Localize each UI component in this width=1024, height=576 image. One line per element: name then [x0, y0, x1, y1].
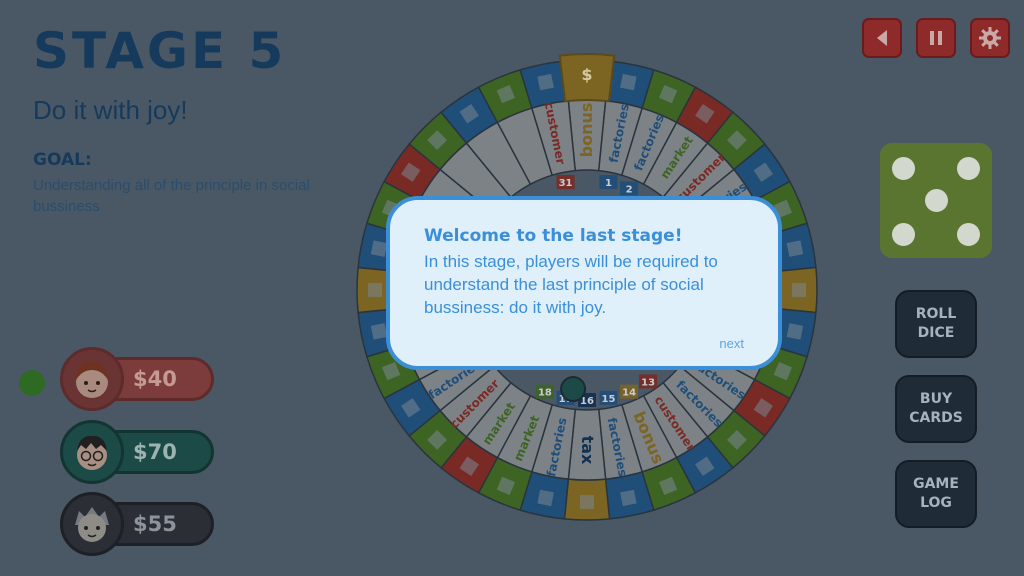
dice-pip [892, 223, 915, 246]
stage-subtitle: Do it with joy! [33, 95, 188, 125]
roll-dice-button[interactable]: ROLL DICE [895, 290, 977, 358]
dice-pip [957, 223, 980, 246]
dice-pip [925, 189, 948, 212]
space-icon [786, 240, 804, 257]
elder-face-icon [75, 507, 109, 542]
speaker-icon [877, 30, 887, 46]
dialog-body: In this stage, players will be required … [424, 252, 718, 317]
space-icon [620, 489, 637, 507]
space-icon [368, 283, 382, 297]
space-number: 18 [538, 388, 552, 399]
space-number: 14 [622, 388, 636, 399]
space-number: 2 [626, 184, 633, 195]
player-1-avatar [60, 347, 124, 411]
dice-pip [957, 157, 980, 180]
goal-text: Understanding all of the principle in so… [33, 177, 310, 215]
start-space-label: $ [581, 65, 592, 84]
gear-icon [979, 27, 1001, 49]
space-icon [370, 240, 388, 257]
space-icon [792, 283, 806, 297]
turn-indicator [19, 370, 45, 396]
player-3-avatar [60, 492, 124, 556]
space-number: 13 [641, 377, 655, 388]
girl-face-icon [75, 361, 109, 398]
buy-cards-button[interactable]: BUY CARDS [895, 375, 977, 443]
settings-button[interactable] [970, 18, 1010, 58]
pawn-boy [560, 376, 587, 403]
game-log-button[interactable]: GAME LOG [895, 460, 977, 528]
dice-pip [892, 157, 915, 180]
space-number: 15 [601, 394, 615, 405]
space-number: 1 [605, 178, 612, 189]
space-label: tax [578, 436, 597, 465]
boy-face-icon [77, 435, 107, 470]
space-icon [370, 323, 388, 340]
player-3[interactable]: $55 [60, 492, 214, 558]
next-button[interactable]: next [719, 336, 744, 351]
goal-label: GOAL: [33, 150, 92, 170]
space-icon [537, 489, 554, 507]
space-icon [620, 73, 637, 91]
player-1[interactable]: $40 [60, 347, 214, 413]
pause-icon [930, 31, 942, 45]
stage-title: STAGE 5 [33, 22, 287, 80]
space-number: 31 [559, 178, 573, 189]
welcome-dialog: Welcome to the last stage! In this stage… [386, 196, 782, 370]
player-2-avatar [60, 420, 124, 484]
space-label: bonus [577, 103, 596, 158]
space-icon [580, 495, 594, 509]
space-icon [537, 73, 554, 91]
dice[interactable] [880, 143, 992, 258]
dialog-title: Welcome to the last stage! [424, 226, 683, 246]
sound-button[interactable] [862, 18, 902, 58]
space-icon [786, 323, 804, 340]
player-2[interactable]: $70 [60, 420, 214, 486]
pause-button[interactable] [916, 18, 956, 58]
